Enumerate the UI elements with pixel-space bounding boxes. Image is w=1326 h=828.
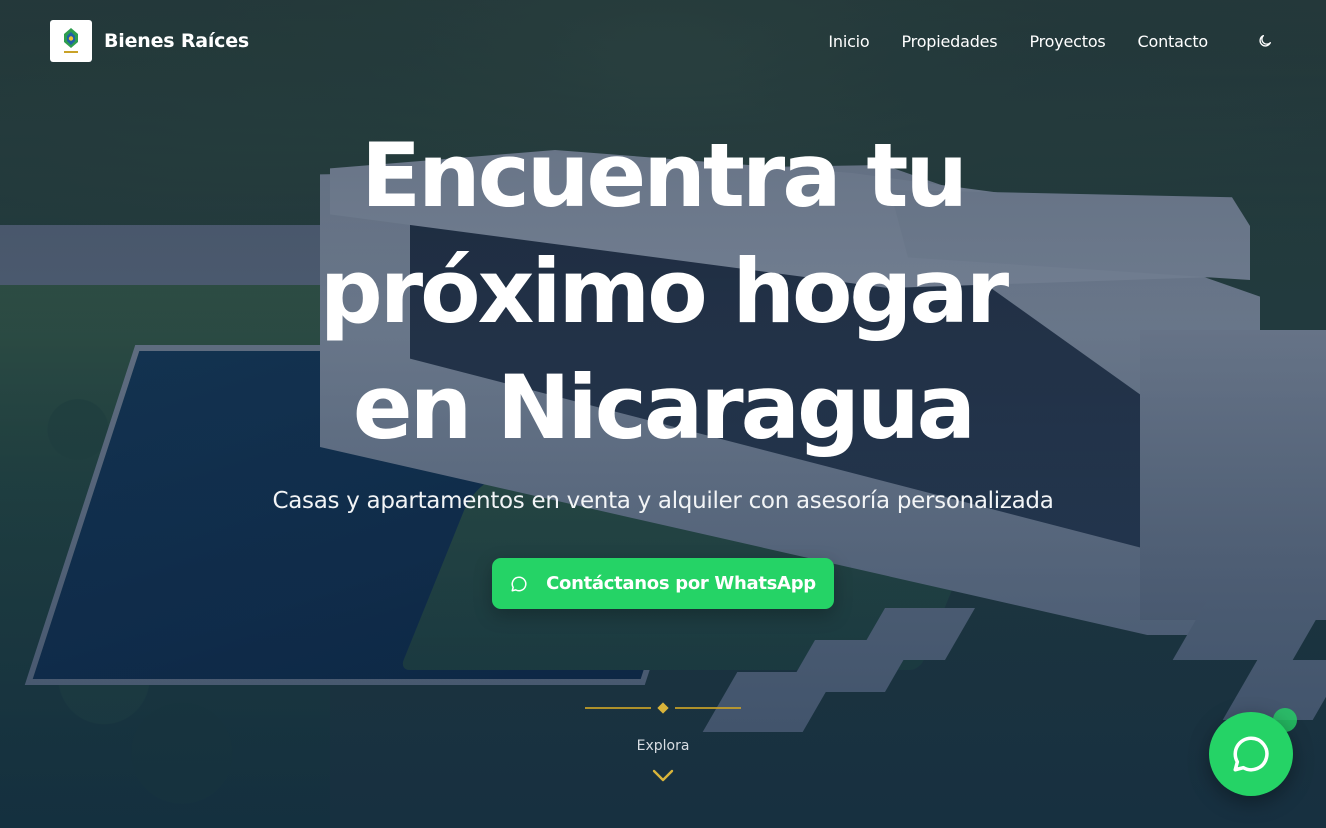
whatsapp-icon [1233, 736, 1269, 772]
site-header: Bienes Raíces Inicio Propiedades Proyect… [0, 0, 1326, 82]
hero-section: Encuentra tu próximo hogar en Nicaragua … [0, 118, 1326, 609]
nav-link-propiedades[interactable]: Propiedades [902, 32, 998, 51]
whatsapp-contact-button[interactable]: Contáctanos por WhatsApp [492, 558, 834, 609]
diamond-icon [657, 702, 669, 714]
scroll-indicator: Explora [0, 702, 1326, 782]
hero-subtitle: Casas y apartamentos en venta y alquiler… [272, 488, 1054, 514]
whatsapp-contact-label: Contáctanos por WhatsApp [546, 573, 816, 594]
hero-title: Encuentra tu próximo hogar en Nicaragua [253, 118, 1073, 466]
brand-name: Bienes Raíces [104, 30, 250, 52]
hero-title-line: próximo hogar [319, 240, 1009, 343]
chevron-down-icon[interactable] [652, 768, 674, 782]
divider-line [585, 707, 651, 709]
nav-link-contacto[interactable]: Contacto [1138, 32, 1209, 51]
hero-title-line: Encuentra tu [360, 124, 968, 227]
main-nav: Inicio Propiedades Proyectos Contacto [828, 30, 1276, 52]
whatsapp-icon [510, 575, 528, 593]
explore-label: Explora [636, 738, 690, 754]
nav-link-proyectos[interactable]: Proyectos [1029, 32, 1105, 51]
floating-whatsapp-button[interactable] [1209, 712, 1293, 796]
theme-toggle-button[interactable] [1254, 30, 1276, 52]
moon-icon [1259, 35, 1271, 47]
brand-logo [50, 20, 92, 62]
logo-mark-icon [64, 28, 78, 53]
hero-title-line: en Nicaragua [352, 356, 976, 459]
decorative-divider [585, 702, 741, 714]
nav-link-inicio[interactable]: Inicio [828, 32, 869, 51]
brand-link[interactable]: Bienes Raíces [50, 20, 249, 62]
divider-line [675, 707, 741, 709]
